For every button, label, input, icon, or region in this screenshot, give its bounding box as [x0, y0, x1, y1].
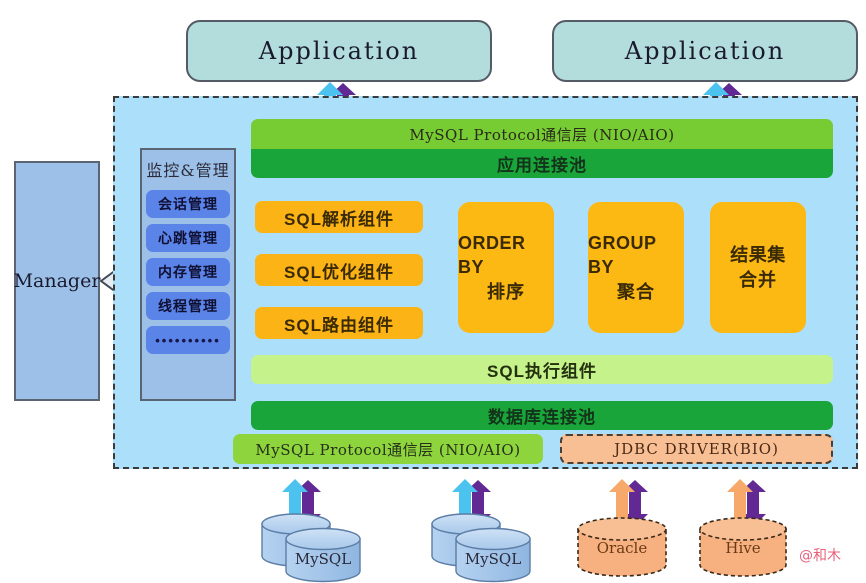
- sql-route-component[interactable]: SQL路由组件: [255, 307, 423, 339]
- layer-sql-exec[interactable]: SQL执行组件: [251, 355, 833, 384]
- application-label: Application: [624, 37, 786, 65]
- component-label: SQL优化组件: [284, 262, 394, 282]
- operation-line2: 合并: [739, 269, 777, 290]
- operation-line2: 聚合: [617, 281, 655, 302]
- component-label: SQL解析组件: [284, 209, 394, 229]
- operation-box-result-merge[interactable]: 结果集 合并: [710, 202, 806, 333]
- datastore-mysql-1: [261, 513, 361, 583]
- monitor-item-label: 内存管理: [158, 264, 218, 280]
- layer-db-connection-pool[interactable]: 数据库连接池: [251, 401, 833, 430]
- datastore-label: Hive: [725, 539, 761, 557]
- manager-box[interactable]: Manager: [14, 161, 100, 401]
- datastore-label: MySQL: [464, 550, 522, 568]
- monitor-panel-title: 监控&管理: [146, 161, 230, 180]
- application-box-1[interactable]: Application: [186, 20, 492, 82]
- operation-line1: 结果集: [730, 245, 786, 266]
- watermark: @和木: [799, 548, 841, 564]
- layer-protocol-top[interactable]: MySQL Protocol通信层 (NIO/AIO): [251, 119, 833, 149]
- layer-label: SQL执行组件: [487, 362, 597, 381]
- manager-label: Manager: [13, 270, 101, 292]
- diagram-canvas: Application Application Manager 监控&管理 会话…: [0, 0, 866, 583]
- layer-label: MySQL Protocol通信层 (NIO/AIO): [409, 125, 675, 144]
- monitor-item-thread[interactable]: 线程管理: [146, 292, 230, 320]
- monitor-item-label: 会话管理: [158, 196, 218, 212]
- layer-label: JDBC DRIVER(BIO): [614, 440, 779, 458]
- datastore-mysql-2: [431, 513, 531, 583]
- sql-optimize-component[interactable]: SQL优化组件: [255, 254, 423, 286]
- component-label: SQL路由组件: [284, 315, 394, 335]
- layer-label: 数据库连接池: [488, 408, 596, 427]
- layer-protocol-bottom[interactable]: MySQL Protocol通信层 (NIO/AIO): [233, 434, 543, 464]
- layer-jdbc-driver[interactable]: JDBC DRIVER(BIO): [560, 434, 833, 464]
- datastore-label: Oracle: [596, 539, 648, 557]
- operation-line1: ORDER BY: [458, 233, 526, 278]
- monitor-item-more[interactable]: ••••••••••: [146, 326, 230, 354]
- operation-box-order-by[interactable]: ORDER BY 排序: [458, 202, 554, 333]
- layer-label: 应用连接池: [497, 156, 587, 175]
- operation-line1: GROUP BY: [588, 233, 657, 278]
- sql-parse-component[interactable]: SQL解析组件: [255, 201, 423, 233]
- monitor-panel: 监控&管理 会话管理 心跳管理 内存管理 线程管理 ••••••••••: [140, 148, 236, 401]
- monitor-item-memory[interactable]: 内存管理: [146, 258, 230, 286]
- operation-line2: 排序: [487, 281, 525, 302]
- operation-box-group-by[interactable]: GROUP BY 聚合: [588, 202, 684, 333]
- monitor-item-label: 心跳管理: [158, 230, 218, 246]
- application-label: Application: [258, 37, 420, 65]
- layer-app-connection-pool[interactable]: 应用连接池: [251, 149, 833, 178]
- datastore-label: MySQL: [294, 550, 352, 568]
- monitor-item-session[interactable]: 会话管理: [146, 190, 230, 218]
- monitor-item-label: ••••••••••: [155, 332, 221, 348]
- monitor-item-label: 线程管理: [158, 298, 218, 314]
- monitor-item-heartbeat[interactable]: 心跳管理: [146, 224, 230, 252]
- layer-label: MySQL Protocol通信层 (NIO/AIO): [255, 440, 521, 459]
- application-box-2[interactable]: Application: [552, 20, 858, 82]
